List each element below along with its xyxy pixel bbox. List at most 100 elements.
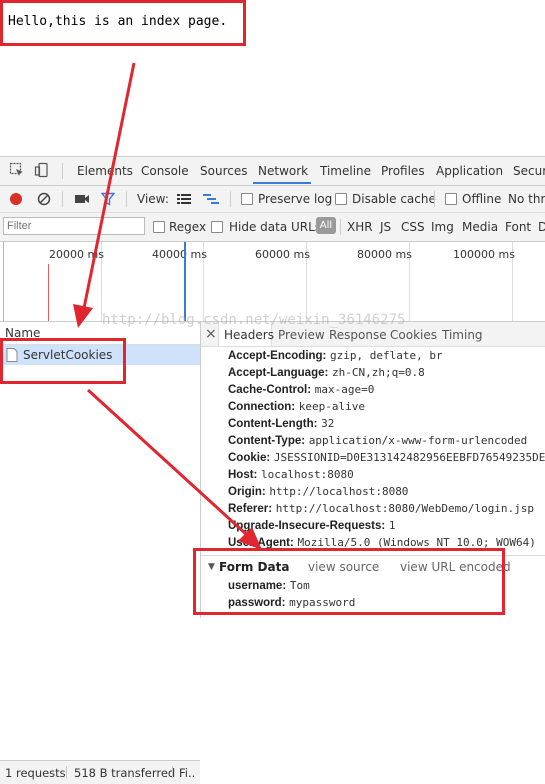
- filter-type-img[interactable]: Img: [431, 220, 454, 234]
- hide-data-urls-checkbox[interactable]: [211, 221, 223, 233]
- header-row: Cookie: JSESSIONID=D0E313142482956EEBFD7…: [228, 450, 545, 464]
- header-value: http://localhost:8080/WebDemo/login.jsp: [275, 502, 535, 515]
- filter-input[interactable]: [3, 217, 145, 235]
- header-value: application/x-www-form-urlencoded: [308, 434, 528, 447]
- header-key: Accept-Language:: [228, 367, 329, 379]
- header-key: Content-Type:: [228, 435, 306, 447]
- preserve-log-label: Preserve log: [258, 192, 333, 206]
- active-tab-indicator: [253, 182, 311, 184]
- detail-tab-preview[interactable]: Preview: [278, 328, 325, 342]
- header-value: Mozilla/5.0 (Windows NT 10.0; WOW64): [297, 536, 536, 549]
- overview-waterfall-icon[interactable]: [202, 192, 220, 209]
- offline-checkbox[interactable]: [445, 193, 457, 205]
- request-detail-panel: × Headers Preview Response Cookies Timin…: [201, 322, 545, 618]
- large-rows-icon[interactable]: [176, 192, 192, 209]
- regex-checkbox[interactable]: [153, 221, 165, 233]
- load-event-marker: [3, 242, 4, 321]
- filter-type-js[interactable]: JS: [380, 220, 391, 234]
- device-toolbar-icon[interactable]: [34, 162, 50, 181]
- header-row: Connection: keep-alive: [228, 399, 365, 413]
- header-row: Origin: http://localhost:8080: [228, 484, 408, 498]
- network-status-bar: 1 requests 518 B transferred Fi..: [0, 760, 200, 784]
- timeline-tick: 20000 ms: [49, 248, 104, 261]
- inspect-element-icon[interactable]: [9, 162, 25, 181]
- devtools-tab-bar: Elements Console Sources Network Timelin…: [0, 157, 545, 186]
- form-field-row: password: mypassword: [228, 595, 355, 609]
- header-key: Cache-Control:: [228, 384, 312, 396]
- tab-profiles[interactable]: Profiles: [381, 164, 425, 178]
- detail-tab-timing[interactable]: Timing: [442, 328, 483, 342]
- filter-type-doc[interactable]: D: [538, 220, 545, 234]
- header-key: Content-Length:: [228, 418, 318, 430]
- requests-panel: Name ServletCookies 1 requests 518 B tra…: [0, 322, 201, 784]
- header-value: 32: [321, 417, 335, 430]
- disable-cache-checkbox[interactable]: [335, 193, 347, 205]
- transferred-size: 518 B transferred: [74, 766, 176, 780]
- header-key: User-Agent:: [228, 537, 294, 549]
- watermark-text: http://blog.csdn.net/weixin_36146275: [102, 312, 406, 328]
- filter-type-media[interactable]: Media: [462, 220, 498, 234]
- header-row: Content-Type: application/x-www-form-url…: [228, 433, 527, 447]
- toolbar-separator: [434, 191, 435, 207]
- tab-console[interactable]: Console: [141, 164, 189, 178]
- finish-time: Fi..: [179, 766, 196, 780]
- request-name: ServletCookies: [23, 348, 113, 362]
- header-value: zh-CN,zh;q=0.8: [331, 366, 425, 379]
- header-row: Host: localhost:8080: [228, 467, 354, 481]
- tab-sources[interactable]: Sources: [200, 164, 247, 178]
- filter-type-xhr[interactable]: XHR: [347, 220, 373, 234]
- header-row: Referer: http://localhost:8080/WebDemo/l…: [228, 501, 534, 515]
- header-key: Accept-Encoding:: [228, 350, 327, 362]
- toolbar-separator: [62, 191, 63, 207]
- filter-bar: Regex Hide data URLs All XHR JS CSS Img …: [0, 213, 545, 242]
- form-field-value: mypassword: [289, 596, 356, 609]
- header-key: Cookie:: [228, 452, 271, 464]
- timeline-overview[interactable]: 20000 ms 40000 ms 60000 ms 80000 ms 1000…: [0, 242, 545, 322]
- toolbar-separator: [126, 191, 127, 207]
- record-icon[interactable]: [9, 192, 23, 209]
- request-count: 1 requests: [5, 766, 66, 780]
- header-row: User-Agent: Mozilla/5.0 (Windows NT 10.0…: [228, 535, 536, 549]
- filter-icon[interactable]: [100, 192, 116, 209]
- detail-tab-response[interactable]: Response: [329, 328, 387, 342]
- filter-type-css[interactable]: CSS: [401, 220, 425, 234]
- header-key: Host:: [228, 469, 258, 481]
- header-value: gzip, deflate, br: [330, 349, 443, 362]
- disable-cache-label: Disable cache: [352, 192, 436, 206]
- section-divider: [201, 555, 545, 556]
- header-value: keep-alive: [298, 400, 365, 413]
- timeline-tick: 100000 ms: [453, 248, 515, 261]
- header-key: Upgrade-Insecure-Requests:: [228, 520, 386, 532]
- detail-tab-headers[interactable]: Headers: [224, 328, 274, 342]
- status-separator: [66, 766, 67, 778]
- filter-type-font[interactable]: Font: [505, 220, 531, 234]
- preserve-log-checkbox[interactable]: [241, 193, 253, 205]
- tab-security[interactable]: Securi: [513, 164, 545, 178]
- header-row: Accept-Language: zh-CN,zh;q=0.8: [228, 365, 425, 379]
- view-source-link[interactable]: view source: [308, 560, 379, 574]
- header-value: http://localhost:8080: [269, 485, 409, 498]
- request-row[interactable]: ServletCookies: [0, 345, 200, 365]
- view-label: View:: [137, 192, 169, 206]
- form-data-title[interactable]: Form Data: [219, 560, 289, 574]
- clear-icon[interactable]: [37, 192, 51, 209]
- view-url-encoded-link[interactable]: view URL encoded: [400, 560, 511, 574]
- header-key: Origin:: [228, 486, 266, 498]
- tab-elements[interactable]: Elements: [77, 164, 133, 178]
- header-value: JSESSIONID=D0E313142482956EEBFD76549235D…: [273, 451, 545, 464]
- load-event-marker: [48, 264, 49, 321]
- header-row: Content-Length: 32: [228, 416, 334, 430]
- form-field-row: username: Tom: [228, 578, 310, 592]
- tab-application[interactable]: Application: [436, 164, 503, 178]
- tab-timeline[interactable]: Timeline: [320, 164, 371, 178]
- tab-network[interactable]: Network: [258, 164, 308, 178]
- filter-type-all[interactable]: All: [316, 217, 336, 234]
- page-body-text: Hello,this is an index page.: [8, 14, 228, 29]
- header-value: 1: [388, 519, 396, 532]
- detail-tab-cookies[interactable]: Cookies: [390, 328, 437, 342]
- capture-screenshots-icon[interactable]: [74, 192, 90, 209]
- throttling-select[interactable]: No thro: [508, 192, 545, 206]
- form-data-toggle-icon[interactable]: ▼: [208, 562, 215, 572]
- header-value: localhost:8080: [261, 468, 354, 481]
- close-detail-icon[interactable]: ×: [205, 326, 217, 342]
